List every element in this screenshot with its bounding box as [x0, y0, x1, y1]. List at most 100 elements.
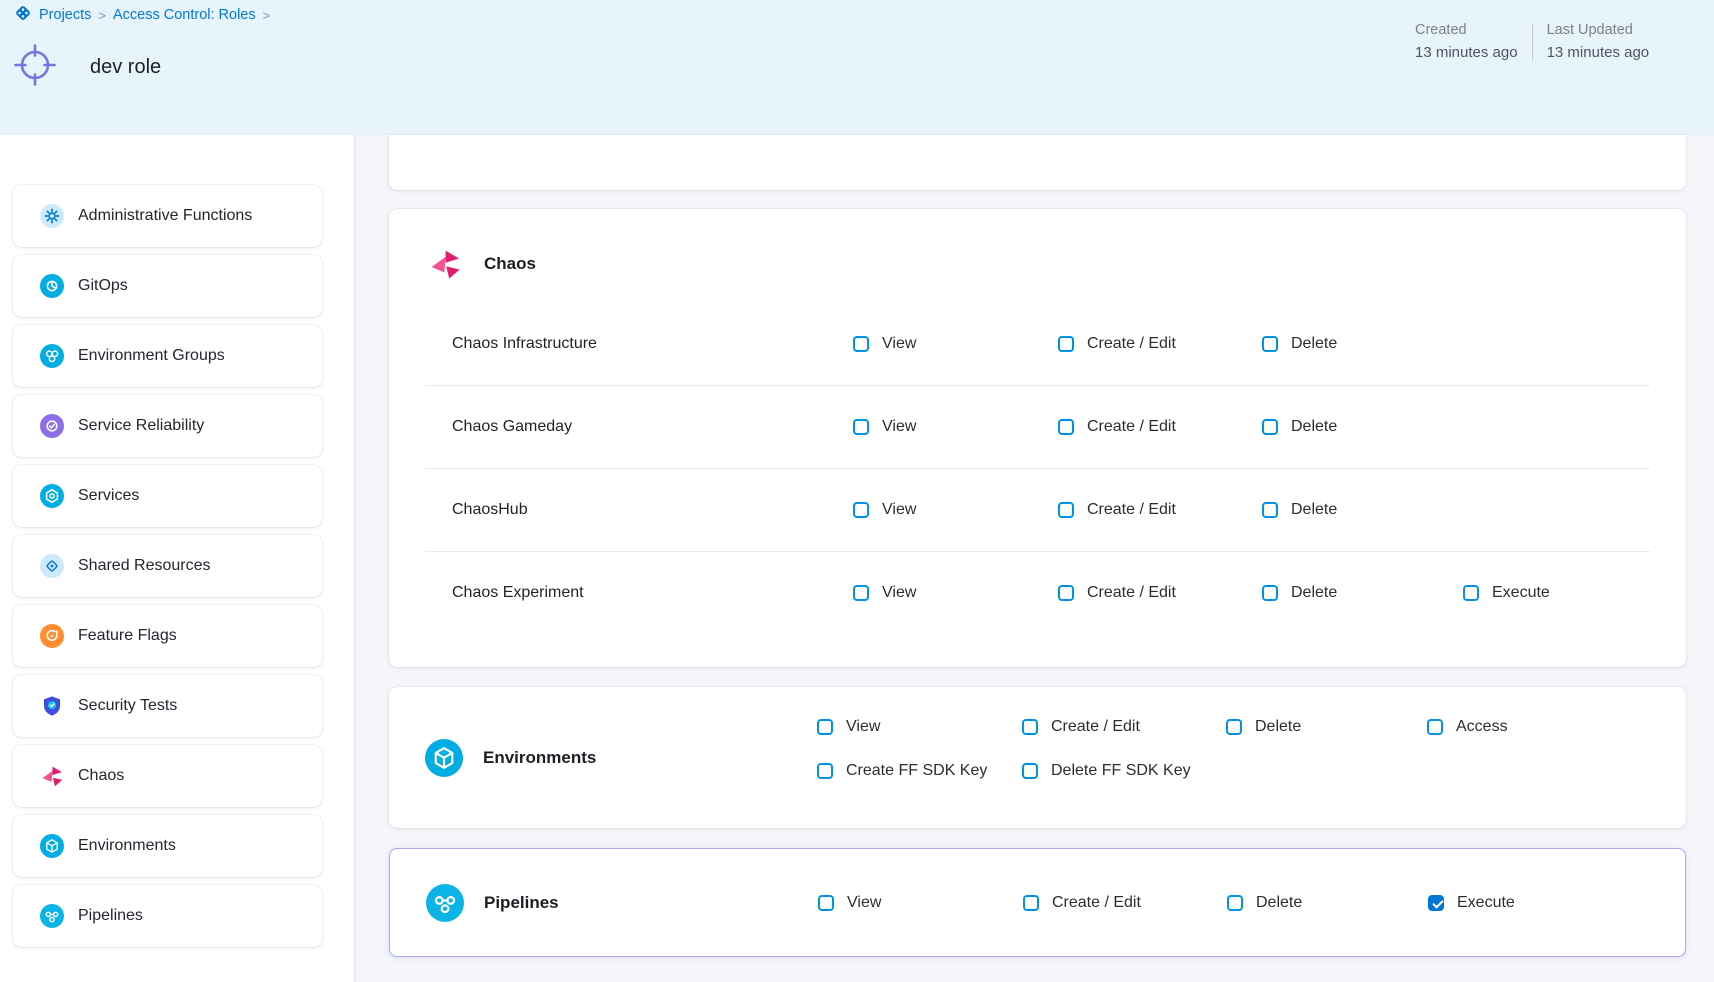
sidebar-item-chaos[interactable]: Chaos — [13, 745, 322, 807]
permission-label: Create / Edit — [1051, 718, 1140, 736]
permission-line: Create FF SDK KeyDelete FF SDK Key — [817, 749, 1508, 793]
sidebar-item-shared-resources[interactable]: Shared Resources — [13, 535, 322, 597]
permission-checkbox[interactable] — [1227, 895, 1243, 911]
permission-view[interactable]: View — [817, 718, 1022, 736]
sidebar-item-gitops[interactable]: GitOps — [13, 255, 322, 317]
permission-label: View — [882, 418, 916, 436]
permission-label: View — [882, 584, 916, 602]
permission-execute[interactable]: Execute — [1463, 584, 1550, 602]
card-header-pipelines: Pipelines — [390, 849, 818, 956]
permission-checkbox[interactable] — [1427, 719, 1443, 735]
sidebar-item-label: Services — [78, 487, 139, 505]
permission-delete[interactable]: Delete — [1262, 584, 1463, 602]
permission-checkbox[interactable] — [853, 419, 869, 435]
permission-create-edit[interactable]: Create / Edit — [1023, 894, 1227, 912]
permission-checkbox[interactable] — [817, 719, 833, 735]
permission-create-edit[interactable]: Create / Edit — [1022, 718, 1226, 736]
sidebar-item-feature-flags[interactable]: Feature Flags — [13, 605, 322, 667]
permission-label: Execute — [1457, 894, 1515, 912]
permission-line: View Create / Edit Delete Access — [817, 705, 1508, 749]
scrolled-card-partial — [389, 135, 1686, 190]
permission-view[interactable]: View — [853, 501, 1058, 519]
card-header-environments: Environments — [389, 687, 817, 828]
permission-view[interactable]: View — [853, 418, 1058, 436]
permission-delete[interactable]: Delete — [1262, 418, 1463, 436]
page-title: dev role — [90, 56, 161, 79]
permission-view[interactable]: View — [853, 335, 1058, 353]
permission-access[interactable]: Access — [1427, 718, 1508, 736]
permission-checkbox[interactable] — [1262, 336, 1278, 352]
card-title: Environments — [483, 748, 596, 768]
chaos-icon — [40, 764, 64, 788]
environment-groups-icon — [40, 344, 64, 368]
permission-checkbox[interactable] — [1262, 585, 1278, 601]
permission-view[interactable]: View — [853, 584, 1058, 602]
permission-checkbox[interactable] — [1262, 419, 1278, 435]
last-updated-label: Last Updated — [1547, 22, 1650, 38]
breadcrumb-projects[interactable]: Projects — [39, 7, 91, 23]
card-pipelines: Pipelines View Create / Edit Delete Execute — [389, 848, 1686, 957]
chaos-icon — [428, 247, 462, 281]
sidebar-item-label: Chaos — [78, 767, 124, 785]
role-target-icon — [12, 42, 58, 93]
permission-delete[interactable]: Delete — [1262, 335, 1463, 353]
sidebar-item-services[interactable]: Services — [13, 465, 322, 527]
resource-label: Chaos Experiment — [425, 584, 853, 602]
permission-checkbox[interactable] — [1262, 502, 1278, 518]
permission-execute[interactable]: Execute — [1428, 894, 1515, 912]
permission-checkbox[interactable] — [1022, 763, 1038, 779]
permission-delete-ff-sdk-key[interactable]: Delete FF SDK Key — [1022, 762, 1226, 780]
shared-resources-icon — [40, 554, 64, 578]
permission-checkbox[interactable] — [1023, 895, 1039, 911]
permission-label: Create / Edit — [1087, 335, 1176, 353]
permission-checkbox[interactable] — [1058, 585, 1074, 601]
sidebar-item-service-reliability[interactable]: Service Reliability — [13, 395, 322, 457]
permission-checkbox[interactable] — [853, 585, 869, 601]
sidebar-item-administrative-functions[interactable]: Administrative Functions — [13, 185, 322, 247]
permission-create-edit[interactable]: Create / Edit — [1058, 584, 1262, 602]
sidebar-item-environments[interactable]: Environments — [13, 815, 322, 877]
card-title: Chaos — [484, 254, 536, 274]
permission-label: Delete — [1291, 501, 1337, 519]
permission-label: View — [882, 501, 916, 519]
permission-line: View Create / Edit Delete Execute — [818, 881, 1515, 925]
gitops-icon — [40, 274, 64, 298]
permission-checkbox-checked[interactable] — [1428, 895, 1444, 911]
permission-checkbox[interactable] — [818, 895, 834, 911]
permission-label: Create / Edit — [1087, 584, 1176, 602]
sidebar-item-label: Environments — [78, 837, 176, 855]
permission-create-edit[interactable]: Create / Edit — [1058, 418, 1262, 436]
permission-create-ff-sdk-key[interactable]: Create FF SDK Key — [817, 762, 1022, 780]
permission-label: View — [846, 718, 880, 736]
services-icon — [40, 484, 64, 508]
breadcrumb-access-control-roles[interactable]: Access Control: Roles — [113, 7, 256, 23]
sidebar-item-security-tests[interactable]: Security Tests — [13, 675, 322, 737]
permission-label: Delete — [1256, 894, 1302, 912]
role-meta: Created 13 minutes ago Last Updated 13 m… — [1415, 22, 1649, 61]
permission-checkbox[interactable] — [1058, 336, 1074, 352]
permission-view[interactable]: View — [818, 894, 1023, 912]
sidebar-item-pipelines[interactable]: Pipelines — [13, 885, 322, 947]
permission-create-edit[interactable]: Create / Edit — [1058, 501, 1262, 519]
created-value: 13 minutes ago — [1415, 44, 1518, 61]
permission-checkbox[interactable] — [1226, 719, 1242, 735]
permission-delete[interactable]: Delete — [1227, 894, 1428, 912]
permission-label: View — [847, 894, 881, 912]
permission-delete[interactable]: Delete — [1226, 718, 1427, 736]
permission-checkbox[interactable] — [1058, 502, 1074, 518]
permission-row-chaos-infrastructure: Chaos InfrastructureViewCreate / EditDel… — [425, 303, 1650, 385]
permission-label: Delete — [1255, 718, 1301, 736]
permission-checkbox[interactable] — [1022, 719, 1038, 735]
permission-delete[interactable]: Delete — [1262, 501, 1463, 519]
sidebar-item-environment-groups[interactable]: Environment Groups — [13, 325, 322, 387]
permission-checkbox[interactable] — [1058, 419, 1074, 435]
permission-checkbox[interactable] — [853, 336, 869, 352]
sidebar-item-label: Pipelines — [78, 907, 143, 925]
permission-create-edit[interactable]: Create / Edit — [1058, 335, 1262, 353]
permission-label: View — [882, 335, 916, 353]
permission-checkbox[interactable] — [1463, 585, 1479, 601]
permission-checkbox[interactable] — [817, 763, 833, 779]
meta-divider — [1532, 24, 1533, 61]
projects-icon — [14, 4, 32, 26]
permission-checkbox[interactable] — [853, 502, 869, 518]
